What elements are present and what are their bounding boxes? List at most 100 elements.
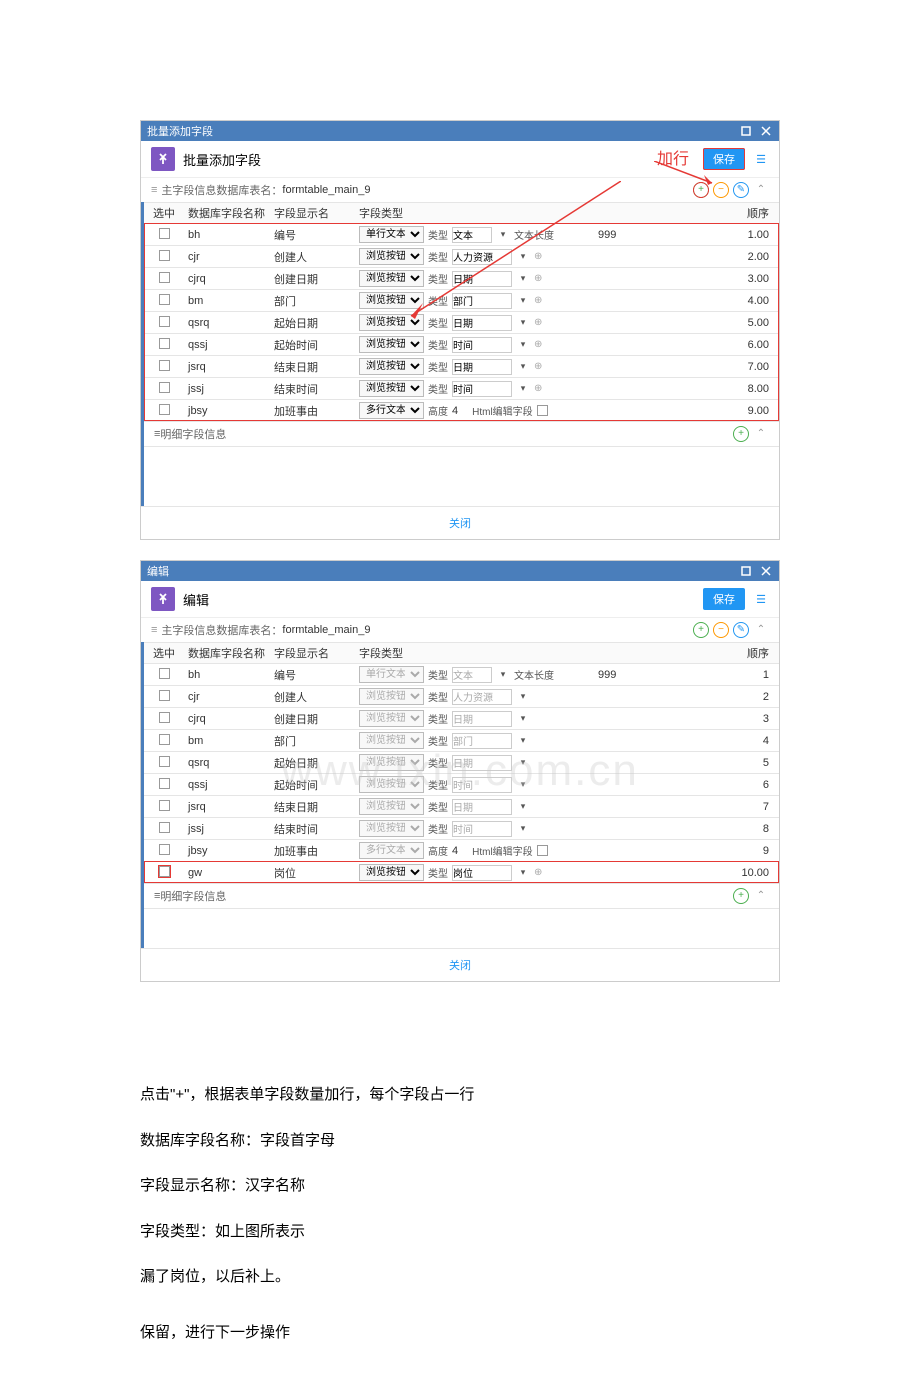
menu-icon[interactable]: ☰ [753,151,769,167]
add-row-button[interactable]: + [693,622,709,638]
lookup-icon[interactable]: ⊕ [534,339,542,350]
cell-order: 1 [719,669,779,681]
subheader-prefix: 主字段信息数据库表名： [161,182,282,198]
row-checkbox[interactable] [159,404,170,415]
browse-input[interactable] [452,711,512,727]
dropdown-icon[interactable]: ▾ [516,756,530,770]
row-checkbox[interactable] [159,690,170,701]
dropdown-icon[interactable]: ▾ [516,866,530,880]
browse-input[interactable] [452,777,512,793]
row-checkbox[interactable] [159,272,170,283]
type-select[interactable]: 浏览按钮 [359,358,424,375]
type-select[interactable]: 浏览按钮 [359,864,424,881]
cell-order: 2 [719,691,779,703]
collapse-icon[interactable]: ⌃ [753,888,769,904]
detail-add-button[interactable]: + [733,426,749,442]
row-checkbox[interactable] [159,228,170,239]
row-checkbox[interactable] [159,800,170,811]
html-checkbox[interactable] [537,405,548,416]
note-line: 数据库字段名称：字段首字母 [140,1128,780,1154]
type-select[interactable]: 单行文本框 [359,666,424,683]
row-checkbox[interactable] [159,382,170,393]
dropdown-icon[interactable]: ▾ [516,360,530,374]
save-button[interactable]: 保存 [703,588,745,610]
table-row: jsrq 结束日期 浏览按钮 类型 ▾ ⊕ 7.00 [144,355,779,377]
cell-display-name: 创建日期 [274,271,359,287]
type-select[interactable]: 浏览按钮 [359,798,424,815]
cell-display-name: 创建人 [274,689,359,705]
row-checkbox[interactable] [159,756,170,767]
kind-label: 类型 [428,755,448,770]
html-checkbox[interactable] [537,845,548,856]
lookup-icon[interactable]: ⊕ [534,383,542,394]
col-order: 顺序 [719,645,779,661]
dropdown-icon[interactable]: ▾ [496,668,510,682]
type-select[interactable]: 浏览按钮 [359,776,424,793]
browse-input[interactable] [452,359,512,375]
browse-input[interactable] [452,799,512,815]
type-select[interactable]: 浏览按钮 [359,688,424,705]
table-row: jsrq 结束日期 浏览按钮 类型 ▾ 7 [144,795,779,817]
kind-input[interactable] [452,667,492,683]
browse-input[interactable] [452,733,512,749]
close-icon[interactable] [759,124,773,138]
collapse-icon[interactable]: ⌃ [753,426,769,442]
row-checkbox[interactable] [159,668,170,679]
type-select[interactable]: 浏览按钮 [359,732,424,749]
dropdown-icon[interactable]: ▾ [516,712,530,726]
row-checkbox[interactable] [159,250,170,261]
row-checkbox[interactable] [159,822,170,833]
dropdown-icon[interactable]: ▾ [516,822,530,836]
detail-section: ≡明细字段信息 + ⌃ [144,883,779,908]
detail-add-button[interactable]: + [733,888,749,904]
row-checkbox[interactable] [159,778,170,789]
type-select[interactable]: 多行文本框 [359,842,424,859]
type-select[interactable]: 多行文本框 [359,402,424,419]
remove-row-button[interactable]: − [713,622,729,638]
maximize-icon[interactable] [739,564,753,578]
dropdown-icon[interactable]: ▾ [516,734,530,748]
cell-order: 9 [719,845,779,857]
type-select[interactable]: 浏览按钮 [359,820,424,837]
edit-button[interactable]: ✎ [733,622,749,638]
extra-value: 4 [452,405,458,417]
close-icon[interactable] [759,564,773,578]
lookup-icon[interactable]: ⊕ [534,361,542,372]
browse-input[interactable] [452,755,512,771]
dropdown-icon[interactable]: ▾ [516,338,530,352]
cell-db-name: cjrq [184,273,274,285]
type-select[interactable]: 浏览按钮 [359,710,424,727]
edit-button[interactable]: ✎ [733,182,749,198]
dropdown-icon[interactable]: ▾ [516,382,530,396]
type-select[interactable]: 浏览按钮 [359,754,424,771]
row-checkbox[interactable] [159,360,170,371]
row-checkbox[interactable] [159,316,170,327]
app-logo-icon [151,587,175,611]
row-checkbox[interactable] [159,844,170,855]
cell-db-name: qssj [184,779,274,791]
close-link[interactable]: 关闭 [449,960,471,972]
dropdown-icon[interactable]: ▾ [516,800,530,814]
type-select[interactable]: 浏览按钮 [359,336,424,353]
row-checkbox[interactable] [159,734,170,745]
row-checkbox[interactable] [159,338,170,349]
browse-input[interactable] [452,689,512,705]
browse-input[interactable] [452,821,512,837]
dropdown-icon[interactable]: ▾ [516,690,530,704]
row-checkbox[interactable] [159,866,170,877]
maximize-icon[interactable] [739,124,753,138]
table-row: bh 编号 单行文本框 类型 ▾ 文本长度 999 1 [144,663,779,685]
collapse-icon[interactable]: ⌃ [753,182,769,198]
instructions-text: 点击"+"，根据表单字段数量加行，每个字段占一行数据库字段名称：字段首字母字段显… [0,1062,920,1385]
browse-input[interactable] [452,381,512,397]
browse-input[interactable] [452,865,512,881]
row-checkbox[interactable] [159,294,170,305]
browse-input[interactable] [452,337,512,353]
type-select[interactable]: 浏览按钮 [359,380,424,397]
row-checkbox[interactable] [159,712,170,723]
lookup-icon[interactable]: ⊕ [534,867,542,878]
close-link[interactable]: 关闭 [449,518,471,530]
collapse-icon[interactable]: ⌃ [753,622,769,638]
dropdown-icon[interactable]: ▾ [516,778,530,792]
menu-icon[interactable]: ☰ [753,591,769,607]
